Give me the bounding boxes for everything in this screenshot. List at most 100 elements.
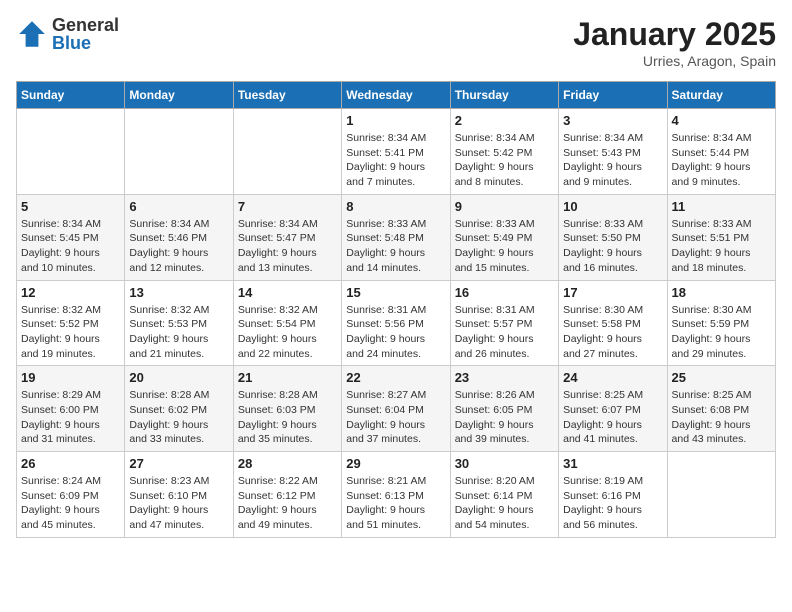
calendar-cell: 1 Sunrise: 8:34 AM Sunset: 5:41 PM Daylig… bbox=[342, 109, 450, 195]
day-number: 12 bbox=[21, 285, 120, 300]
calendar-header-row: SundayMondayTuesdayWednesdayThursdayFrid… bbox=[17, 82, 776, 109]
day-detail: Sunrise: 8:31 AM Sunset: 5:57 PM Dayligh… bbox=[455, 303, 554, 362]
day-detail: Sunrise: 8:28 AM Sunset: 6:02 PM Dayligh… bbox=[129, 388, 228, 447]
calendar-cell: 30 Sunrise: 8:20 AM Sunset: 6:14 PM Dayli… bbox=[450, 452, 558, 538]
weekday-header-monday: Monday bbox=[125, 82, 233, 109]
calendar-cell: 14 Sunrise: 8:32 AM Sunset: 5:54 PM Dayli… bbox=[233, 280, 341, 366]
calendar-cell: 25Sunrise: 8:25 AM Sunset: 6:08 PM Dayli… bbox=[667, 366, 775, 452]
day-detail: Sunrise: 8:29 AM Sunset: 6:00 PM Dayligh… bbox=[21, 388, 120, 447]
day-detail: Sunrise: 8:23 AM Sunset: 6:10 PM Dayligh… bbox=[129, 474, 228, 533]
day-number: 2 bbox=[455, 113, 554, 128]
day-number: 23 bbox=[455, 370, 554, 385]
day-number: 9 bbox=[455, 199, 554, 214]
day-detail: Sunrise: 8:34 AM Sunset: 5:43 PM Dayligh… bbox=[563, 131, 662, 190]
day-detail: Sunrise: 8:33 AM Sunset: 5:48 PM Dayligh… bbox=[346, 217, 445, 276]
calendar-cell bbox=[233, 109, 341, 195]
calendar-cell: 20 Sunrise: 8:28 AM Sunset: 6:02 PM Dayli… bbox=[125, 366, 233, 452]
day-number: 20 bbox=[129, 370, 228, 385]
day-detail: Sunrise: 8:34 AM Sunset: 5:42 PM Dayligh… bbox=[455, 131, 554, 190]
day-number: 27 bbox=[129, 456, 228, 471]
calendar-cell: 31 Sunrise: 8:19 AM Sunset: 6:16 PM Dayli… bbox=[559, 452, 667, 538]
day-number: 21 bbox=[238, 370, 337, 385]
day-number: 4 bbox=[672, 113, 771, 128]
day-number: 24 bbox=[563, 370, 662, 385]
logo: General Blue bbox=[16, 16, 119, 52]
day-number: 31 bbox=[563, 456, 662, 471]
calendar-cell: 10Sunrise: 8:33 AM Sunset: 5:50 PM Dayli… bbox=[559, 194, 667, 280]
calendar-cell: 29 Sunrise: 8:21 AM Sunset: 6:13 PM Dayli… bbox=[342, 452, 450, 538]
day-detail: Sunrise: 8:25 AM Sunset: 6:07 PM Dayligh… bbox=[563, 388, 662, 447]
day-detail: Sunrise: 8:32 AM Sunset: 5:52 PM Dayligh… bbox=[21, 303, 120, 362]
day-detail: Sunrise: 8:31 AM Sunset: 5:56 PM Dayligh… bbox=[346, 303, 445, 362]
location-subtitle: Urries, Aragon, Spain bbox=[573, 53, 776, 69]
page-header: General Blue January 2025 Urries, Aragon… bbox=[16, 16, 776, 69]
day-number: 11 bbox=[672, 199, 771, 214]
day-detail: Sunrise: 8:24 AM Sunset: 6:09 PM Dayligh… bbox=[21, 474, 120, 533]
weekday-header-sunday: Sunday bbox=[17, 82, 125, 109]
day-detail: Sunrise: 8:30 AM Sunset: 5:58 PM Dayligh… bbox=[563, 303, 662, 362]
day-detail: Sunrise: 8:33 AM Sunset: 5:51 PM Dayligh… bbox=[672, 217, 771, 276]
day-number: 30 bbox=[455, 456, 554, 471]
calendar-week-row: 1 Sunrise: 8:34 AM Sunset: 5:41 PM Daylig… bbox=[17, 109, 776, 195]
weekday-header-wednesday: Wednesday bbox=[342, 82, 450, 109]
calendar-week-row: 12 Sunrise: 8:32 AM Sunset: 5:52 PM Dayli… bbox=[17, 280, 776, 366]
day-detail: Sunrise: 8:21 AM Sunset: 6:13 PM Dayligh… bbox=[346, 474, 445, 533]
day-number: 10 bbox=[563, 199, 662, 214]
calendar-cell: 8 Sunrise: 8:33 AM Sunset: 5:48 PM Daylig… bbox=[342, 194, 450, 280]
day-detail: Sunrise: 8:34 AM Sunset: 5:45 PM Dayligh… bbox=[21, 217, 120, 276]
day-number: 3 bbox=[563, 113, 662, 128]
calendar-cell: 21 Sunrise: 8:28 AM Sunset: 6:03 PM Dayli… bbox=[233, 366, 341, 452]
day-number: 22 bbox=[346, 370, 445, 385]
day-detail: Sunrise: 8:34 AM Sunset: 5:41 PM Dayligh… bbox=[346, 131, 445, 190]
day-detail: Sunrise: 8:34 AM Sunset: 5:46 PM Dayligh… bbox=[129, 217, 228, 276]
day-detail: Sunrise: 8:22 AM Sunset: 6:12 PM Dayligh… bbox=[238, 474, 337, 533]
calendar-cell: 23 Sunrise: 8:26 AM Sunset: 6:05 PM Dayli… bbox=[450, 366, 558, 452]
month-title: January 2025 bbox=[573, 16, 776, 53]
day-detail: Sunrise: 8:30 AM Sunset: 5:59 PM Dayligh… bbox=[672, 303, 771, 362]
day-number: 29 bbox=[346, 456, 445, 471]
day-number: 17 bbox=[563, 285, 662, 300]
day-detail: Sunrise: 8:33 AM Sunset: 5:49 PM Dayligh… bbox=[455, 217, 554, 276]
day-number: 7 bbox=[238, 199, 337, 214]
day-number: 5 bbox=[21, 199, 120, 214]
calendar-cell: 18 Sunrise: 8:30 AM Sunset: 5:59 PM Dayli… bbox=[667, 280, 775, 366]
calendar-week-row: 19 Sunrise: 8:29 AM Sunset: 6:00 PM Dayli… bbox=[17, 366, 776, 452]
day-detail: Sunrise: 8:28 AM Sunset: 6:03 PM Dayligh… bbox=[238, 388, 337, 447]
calendar-cell: 28Sunrise: 8:22 AM Sunset: 6:12 PM Dayli… bbox=[233, 452, 341, 538]
day-number: 19 bbox=[21, 370, 120, 385]
calendar-cell: 24 Sunrise: 8:25 AM Sunset: 6:07 PM Dayli… bbox=[559, 366, 667, 452]
day-number: 16 bbox=[455, 285, 554, 300]
calendar-cell: 22Sunrise: 8:27 AM Sunset: 6:04 PM Dayli… bbox=[342, 366, 450, 452]
day-number: 8 bbox=[346, 199, 445, 214]
day-detail: Sunrise: 8:26 AM Sunset: 6:05 PM Dayligh… bbox=[455, 388, 554, 447]
weekday-header-saturday: Saturday bbox=[667, 82, 775, 109]
day-number: 1 bbox=[346, 113, 445, 128]
day-number: 25 bbox=[672, 370, 771, 385]
calendar-cell: 26Sunrise: 8:24 AM Sunset: 6:09 PM Dayli… bbox=[17, 452, 125, 538]
day-detail: Sunrise: 8:20 AM Sunset: 6:14 PM Dayligh… bbox=[455, 474, 554, 533]
day-number: 18 bbox=[672, 285, 771, 300]
calendar-cell: 2 Sunrise: 8:34 AM Sunset: 5:42 PM Daylig… bbox=[450, 109, 558, 195]
calendar-table: SundayMondayTuesdayWednesdayThursdayFrid… bbox=[16, 81, 776, 538]
calendar-cell bbox=[667, 452, 775, 538]
day-number: 15 bbox=[346, 285, 445, 300]
weekday-header-thursday: Thursday bbox=[450, 82, 558, 109]
calendar-cell bbox=[125, 109, 233, 195]
day-detail: Sunrise: 8:19 AM Sunset: 6:16 PM Dayligh… bbox=[563, 474, 662, 533]
weekday-header-tuesday: Tuesday bbox=[233, 82, 341, 109]
calendar-cell: 17 Sunrise: 8:30 AM Sunset: 5:58 PM Dayli… bbox=[559, 280, 667, 366]
logo-blue: Blue bbox=[52, 34, 119, 52]
day-detail: Sunrise: 8:34 AM Sunset: 5:44 PM Dayligh… bbox=[672, 131, 771, 190]
calendar-cell: 4 Sunrise: 8:34 AM Sunset: 5:44 PM Daylig… bbox=[667, 109, 775, 195]
day-detail: Sunrise: 8:32 AM Sunset: 5:54 PM Dayligh… bbox=[238, 303, 337, 362]
logo-icon bbox=[16, 18, 48, 50]
day-detail: Sunrise: 8:32 AM Sunset: 5:53 PM Dayligh… bbox=[129, 303, 228, 362]
day-number: 14 bbox=[238, 285, 337, 300]
day-number: 13 bbox=[129, 285, 228, 300]
calendar-cell: 13 Sunrise: 8:32 AM Sunset: 5:53 PM Dayli… bbox=[125, 280, 233, 366]
calendar-cell: 19 Sunrise: 8:29 AM Sunset: 6:00 PM Dayli… bbox=[17, 366, 125, 452]
weekday-header-friday: Friday bbox=[559, 82, 667, 109]
calendar-cell: 15 Sunrise: 8:31 AM Sunset: 5:56 PM Dayli… bbox=[342, 280, 450, 366]
day-detail: Sunrise: 8:34 AM Sunset: 5:47 PM Dayligh… bbox=[238, 217, 337, 276]
calendar-cell: 3 Sunrise: 8:34 AM Sunset: 5:43 PM Daylig… bbox=[559, 109, 667, 195]
